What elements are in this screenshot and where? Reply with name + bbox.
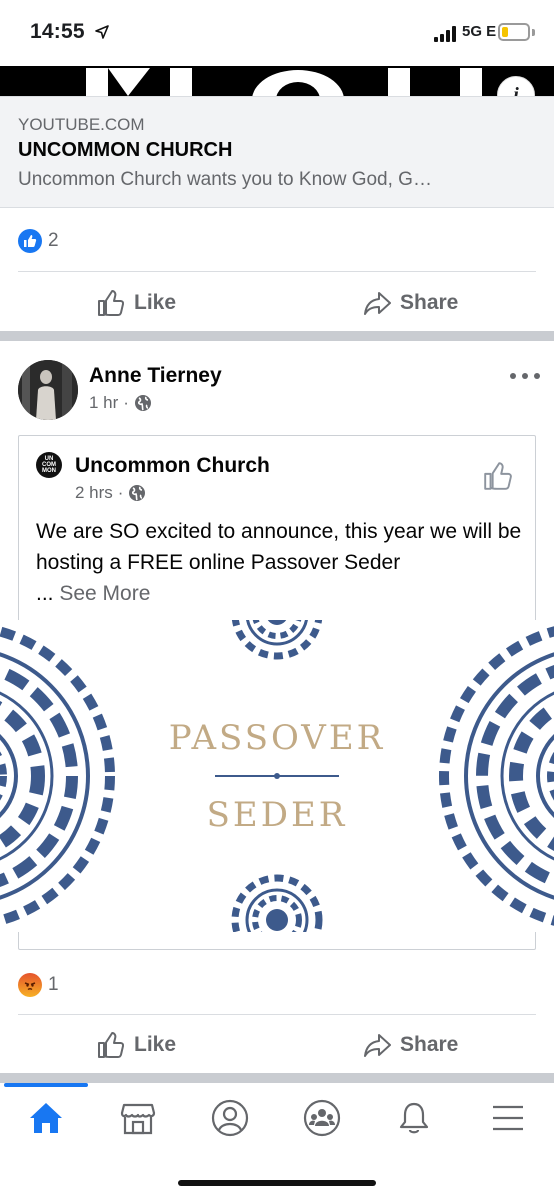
divider — [18, 1014, 536, 1015]
status-bar: 14:55 5G E — [0, 0, 554, 66]
shared-post-meta: 2 hrs · — [75, 483, 146, 503]
like-label: Like — [134, 291, 177, 314]
share-arrow-icon — [364, 292, 391, 315]
link-preview-card[interactable]: YOUTUBE.COM UNCOMMON CHURCH Uncommon Chu… — [0, 96, 554, 208]
share-label: Share — [400, 1033, 459, 1056]
angry-reaction-icon — [18, 973, 42, 997]
ellipsis: ... — [36, 582, 54, 605]
nav-menu[interactable] — [488, 1098, 528, 1138]
like-reaction-icon — [18, 229, 42, 253]
banner-letters — [86, 68, 482, 96]
network-label: 5G E — [462, 23, 497, 40]
link-preview-image[interactable] — [0, 66, 554, 96]
dot — [522, 373, 528, 379]
home-icon — [30, 1103, 62, 1133]
like-button[interactable]: Like — [96, 1017, 176, 1073]
nav-groups[interactable] — [302, 1098, 342, 1138]
home-indicator — [178, 1180, 376, 1186]
see-more-link[interactable]: See More — [59, 582, 150, 605]
image-title: PASSOVER — [168, 718, 386, 758]
post-actions: Like Share — [0, 275, 554, 331]
meta-dot: · — [117, 483, 124, 502]
post-meta: 1 hr · — [89, 393, 152, 413]
dot — [534, 373, 540, 379]
more-options-button[interactable] — [510, 366, 540, 386]
notifications-icon — [399, 1102, 429, 1134]
share-button[interactable]: Share — [362, 275, 458, 331]
location-arrow-icon — [95, 25, 109, 39]
active-tab-indicator — [4, 1083, 88, 1087]
thumbs-up-icon — [98, 290, 125, 316]
menu-icon — [493, 1105, 523, 1131]
post-time[interactable]: 1 hr — [89, 393, 118, 413]
share-label: Share — [400, 291, 459, 314]
page-logo-line: MON — [42, 468, 56, 474]
groups-icon — [303, 1099, 341, 1137]
page-avatar[interactable]: UN COM MON — [36, 452, 62, 478]
link-domain: YOUTUBE.COM — [18, 115, 145, 134]
share-button[interactable]: Share — [362, 1017, 458, 1073]
reaction-count: 2 — [48, 230, 59, 251]
reaction-summary[interactable]: 1 — [18, 972, 59, 998]
reaction-count: 1 — [48, 974, 59, 995]
nav-marketplace[interactable] — [118, 1098, 158, 1138]
link-title: UNCOMMON CHURCH — [18, 139, 233, 161]
post-image[interactable] — [0, 620, 554, 932]
thumbs-up-icon — [98, 1032, 125, 1058]
share-arrow-icon — [364, 1034, 391, 1057]
status-time: 14:55 — [30, 20, 85, 43]
page-like-icon[interactable] — [482, 460, 514, 492]
author-avatar[interactable] — [18, 360, 78, 420]
signal-icon — [434, 26, 456, 42]
meta-dot: · — [123, 393, 129, 412]
like-button[interactable]: Like — [96, 275, 176, 331]
shared-post-time[interactable]: 2 hrs — [75, 483, 113, 503]
shared-post-text: We are SO excited to announce, this year… — [36, 516, 526, 609]
post-body: We are SO excited to announce, this year… — [36, 520, 522, 574]
nav-profile[interactable] — [210, 1098, 250, 1138]
post-separator — [0, 1073, 554, 1083]
like-label: Like — [134, 1033, 177, 1056]
author-name[interactable]: Anne Tierney — [89, 364, 222, 388]
marketplace-icon — [120, 1103, 156, 1135]
globe-icon — [129, 485, 146, 501]
nav-notifications[interactable] — [394, 1098, 434, 1138]
battery-tip — [532, 29, 535, 36]
page-name[interactable]: Uncommon Church — [75, 454, 270, 478]
mandala-pattern — [0, 620, 554, 932]
battery-icon — [498, 23, 530, 41]
post-actions: Like Share — [0, 1017, 554, 1073]
dot — [510, 373, 516, 379]
profile-icon — [211, 1099, 249, 1137]
image-subtitle: SEDER — [206, 795, 348, 835]
globe-icon — [134, 395, 151, 411]
link-description: Uncommon Church wants you to Know God, G… — [18, 169, 432, 190]
nav-home[interactable] — [26, 1098, 66, 1138]
reaction-summary[interactable]: 2 — [18, 228, 59, 254]
divider — [18, 271, 536, 272]
post-separator — [0, 331, 554, 341]
